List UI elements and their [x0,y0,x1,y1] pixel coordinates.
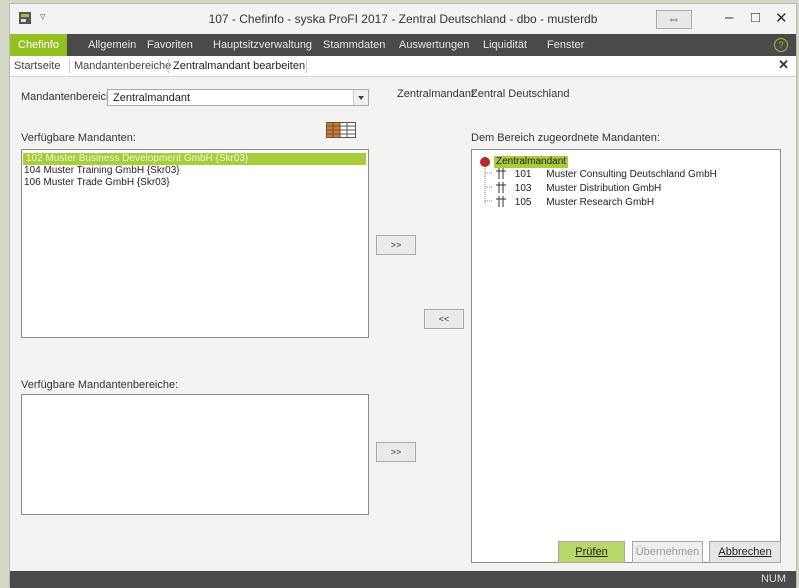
check-button[interactable]: Prüfen [558,541,625,563]
available-ranges-list[interactable] [21,394,369,515]
range-select[interactable]: Zentralmandant [107,89,369,106]
tab-mandantenbereiche[interactable]: Mandantenbereiche [74,60,171,72]
tab-separator [306,59,307,73]
tree-item[interactable]: 101 Muster Consulting Deutschland GmbH [494,167,717,180]
title-bar: ▿ 107 - Chefinfo - syska ProFI 2017 - Ze… [10,4,796,34]
tree-root-label: Zentralmandant [496,156,567,167]
menu-stammdaten[interactable]: Stammdaten [323,34,385,56]
list-item[interactable]: 104 Muster Training GmbH {Skr03} [24,165,180,177]
grid-view-icon[interactable] [326,122,356,138]
menu-bar: Chefinfo Allgemein Favoriten Hauptsitzve… [10,34,796,56]
num-lock-indicator: NUM [760,573,786,585]
tree-item-number: 103 [514,183,532,194]
resize-toggle-button[interactable]: ⇔ [656,10,692,29]
tab-separator [168,59,169,73]
tab-zentralmandant-bearbeiten[interactable]: Zentralmandant bearbeiten [173,60,305,72]
tree-item-number: 101 [514,169,532,180]
available-label: Verfügbare Mandanten: [21,132,136,144]
add-range-button[interactable]: >> [376,442,416,462]
menu-allgemein[interactable]: Allgemein [88,34,136,56]
ranges-label: Verfügbare Mandantenbereiche: [21,379,179,391]
root-node-icon [480,157,490,167]
tree-item-name: Muster Consulting Deutschland GmbH [546,169,717,180]
mandant-table-icon [496,168,506,179]
tab-startseite[interactable]: Startseite [14,60,60,72]
menu-favoriten[interactable]: Favoriten [147,34,193,56]
maximize-button[interactable]: □ [751,9,760,26]
list-item[interactable]: 106 Muster Trade GmbH {Skr03} [24,177,170,189]
cancel-button[interactable]: Abbrechen [709,541,781,563]
add-mandant-button[interactable]: >> [376,235,416,255]
menu-auswertungen[interactable]: Auswertungen [399,34,469,56]
tab-separator [69,59,70,73]
range-label: Mandantenbereich: [21,91,116,103]
remove-mandant-button[interactable]: << [424,309,464,329]
list-item[interactable]: 102 Muster Business Development GmbH {Sk… [23,153,366,165]
assigned-label: Dem Bereich zugeordnete Mandanten: [471,132,660,144]
app-window: ▿ 107 - Chefinfo - syska ProFI 2017 - Ze… [9,3,797,588]
menu-hauptsitzverwaltung[interactable]: Hauptsitzverwaltung [213,34,312,56]
mandant-table-icon [496,182,506,193]
chevron-down-icon[interactable] [353,90,368,105]
close-tab-icon[interactable]: ✕ [778,57,789,73]
assigned-mandants-tree[interactable]: Zentralmandant 101 Muster Consulting Deu… [471,149,781,563]
menu-fenster[interactable]: Fenster [547,34,584,56]
tree-item-number: 105 [514,197,532,208]
tree-item-name: Muster Distribution GmbH [546,183,662,194]
range-select-value: Zentralmandant [113,92,191,104]
info-key: Zentralmandant [397,88,475,100]
tree-item[interactable]: 103 Muster Distribution GmbH [494,181,661,194]
tab-bar: Startseite Mandantenbereiche Zentralmand… [10,56,796,77]
info-value: Zentral Deutschland [471,88,570,100]
tree-item[interactable]: 105 Muster Research GmbH [494,195,654,208]
available-mandants-list[interactable]: 102 Muster Business Development GmbH {Sk… [21,149,369,338]
minimize-button[interactable]: – [725,9,733,26]
apply-button[interactable]: Übernehmen [632,541,703,563]
status-bar: NUM [10,571,796,588]
mandant-table-icon [496,196,506,207]
help-icon[interactable]: ? [774,38,788,52]
menu-liquiditaet[interactable]: Liquidität [483,34,527,56]
menu-chefinfo[interactable]: Chefinfo [10,34,67,56]
close-button[interactable]: ✕ [775,9,788,27]
tree-item-name: Muster Research GmbH [546,197,655,208]
